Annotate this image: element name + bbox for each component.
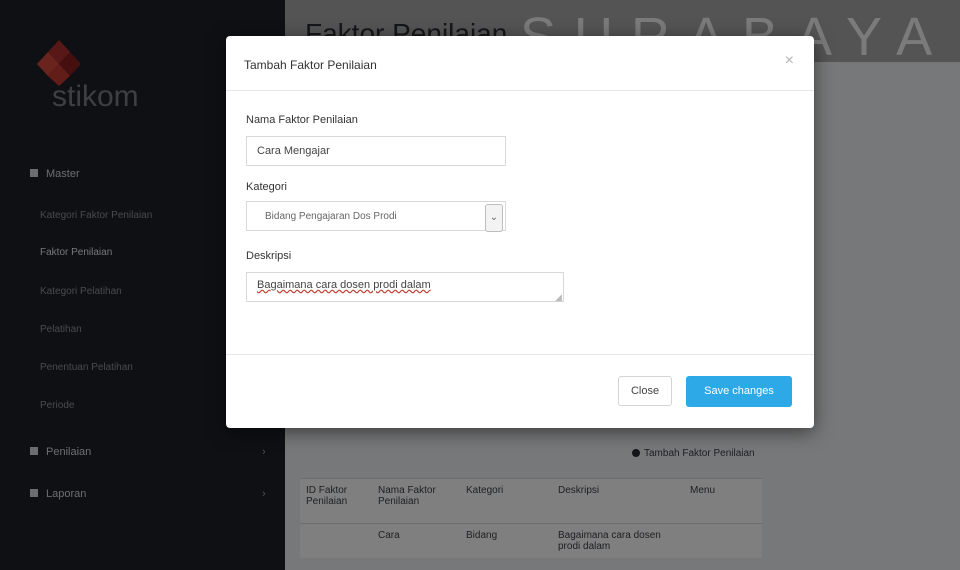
save-changes-button[interactable]: Save changes — [686, 376, 792, 407]
deskripsi-textarea[interactable]: Bagaimana cara dosen prodi dalam — [246, 272, 564, 302]
chevron-down-icon[interactable]: ⌄ — [485, 204, 503, 232]
kategori-select[interactable]: Bidang Pengajaran Dos Prodi — [246, 201, 506, 231]
modal-title: Tambah Faktor Penilaian — [244, 58, 377, 72]
nama-label: Nama Faktor Penilaian — [246, 114, 358, 126]
kategori-value: Bidang Pengajaran Dos Prodi — [265, 211, 397, 222]
modal-header: Tambah Faktor Penilaian × — [226, 36, 814, 91]
close-button[interactable]: Close — [618, 376, 672, 406]
nama-field[interactable] — [246, 136, 506, 166]
add-faktor-modal: Tambah Faktor Penilaian × Nama Faktor Pe… — [226, 36, 814, 428]
kategori-label: Kategori — [246, 181, 287, 193]
close-icon[interactable]: × — [785, 52, 794, 70]
deskripsi-value: Bagaimana cara dosen prodi dalam — [257, 279, 431, 291]
resize-handle-icon[interactable]: ◢ — [555, 292, 562, 303]
deskripsi-label: Deskripsi — [246, 250, 292, 262]
